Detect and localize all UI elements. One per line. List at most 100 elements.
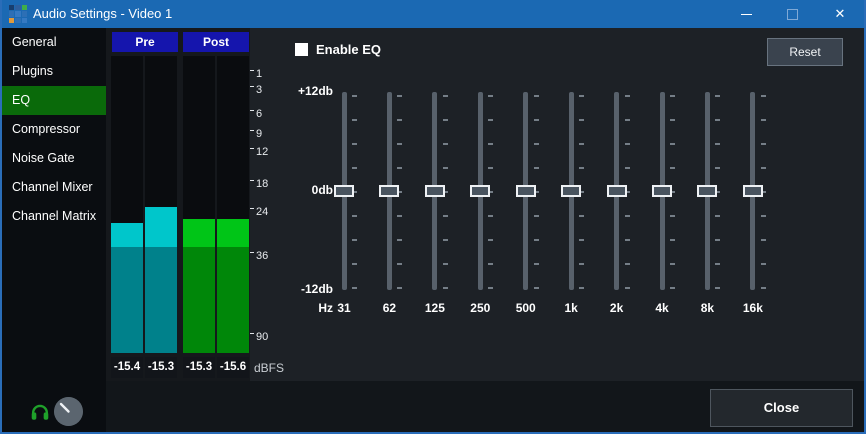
minimize-button[interactable] bbox=[724, 0, 768, 28]
scale-number: 6 bbox=[256, 109, 262, 120]
scale-number: 1 bbox=[256, 69, 262, 80]
eq-slider-handle[interactable] bbox=[743, 185, 763, 197]
eq-tick bbox=[761, 95, 766, 97]
enable-eq-checkbox[interactable] bbox=[295, 43, 308, 56]
eq-tick bbox=[625, 215, 630, 217]
sidebar-item-channel-mixer[interactable]: Channel Mixer bbox=[2, 173, 106, 202]
eq-slider-handle[interactable] bbox=[470, 185, 490, 197]
scale-number: 9 bbox=[256, 129, 262, 140]
meter-reading: -15.4 bbox=[111, 357, 143, 378]
sidebar-item-channel-matrix[interactable]: Channel Matrix bbox=[2, 202, 106, 231]
eq-tick bbox=[488, 215, 493, 217]
headphone-volume-knob[interactable] bbox=[54, 397, 83, 426]
meter-bar-body bbox=[217, 247, 249, 353]
eq-tick bbox=[579, 119, 584, 121]
sidebar-item-compressor[interactable]: Compressor bbox=[2, 115, 106, 144]
eq-tick bbox=[443, 95, 448, 97]
eq-band-250: 250 bbox=[458, 85, 502, 317]
scale-tick bbox=[250, 208, 254, 209]
meter-scale: 13691218243690 bbox=[250, 56, 284, 353]
eq-tick bbox=[488, 95, 493, 97]
eq-tick bbox=[715, 287, 720, 289]
scale-number: 24 bbox=[256, 207, 268, 218]
scale-number: 18 bbox=[256, 179, 268, 190]
eq-tick bbox=[761, 119, 766, 121]
eq-slider-handle[interactable] bbox=[561, 185, 581, 197]
enable-eq-label[interactable]: Enable EQ bbox=[316, 42, 381, 57]
app-icon bbox=[9, 5, 27, 23]
meter-header-post: Post bbox=[183, 32, 249, 52]
eq-tick bbox=[488, 239, 493, 241]
eq-band-31: 31 bbox=[322, 85, 366, 317]
eq-band-freq-label: 31 bbox=[322, 301, 366, 315]
eq-tick bbox=[488, 167, 493, 169]
meter-channel-post-1 bbox=[183, 56, 215, 353]
sidebar-item-plugins[interactable]: Plugins bbox=[2, 57, 106, 86]
meter-channel-pre-1 bbox=[111, 56, 143, 353]
scale-number: 36 bbox=[256, 251, 268, 262]
eq-tick bbox=[352, 143, 357, 145]
sidebar-item-general[interactable]: General bbox=[2, 28, 106, 57]
eq-band-16k: 16k bbox=[731, 85, 775, 317]
eq-tick bbox=[352, 215, 357, 217]
eq-tick bbox=[397, 95, 402, 97]
eq-tick bbox=[715, 239, 720, 241]
meter-unit-label: dBFS bbox=[254, 361, 284, 375]
sidebar-item-noise-gate[interactable]: Noise Gate bbox=[2, 144, 106, 173]
close-button[interactable]: Close bbox=[710, 389, 853, 427]
eq-tick bbox=[534, 143, 539, 145]
meter-bar-peak bbox=[217, 219, 249, 247]
eq-slider-handle[interactable] bbox=[516, 185, 536, 197]
eq-band-4k: 4k bbox=[640, 85, 684, 317]
scale-tick bbox=[250, 252, 254, 253]
eq-slider-handle[interactable] bbox=[425, 185, 445, 197]
eq-slider-handle[interactable] bbox=[697, 185, 717, 197]
meter-bar-body bbox=[111, 247, 143, 353]
scale-tick bbox=[250, 70, 254, 71]
eq-tick bbox=[715, 263, 720, 265]
meter-reading: -15.3 bbox=[145, 357, 177, 378]
eq-tick bbox=[443, 239, 448, 241]
eq-tick bbox=[579, 95, 584, 97]
scale-tick bbox=[250, 86, 254, 87]
eq-band-2k: 2k bbox=[595, 85, 639, 317]
title-bar: Audio Settings - Video 1 ✕ bbox=[0, 0, 866, 28]
eq-tick bbox=[625, 167, 630, 169]
scale-number: 12 bbox=[256, 147, 268, 158]
eq-tick bbox=[352, 95, 357, 97]
eq-tick bbox=[534, 263, 539, 265]
eq-tick bbox=[397, 287, 402, 289]
eq-slider-handle[interactable] bbox=[652, 185, 672, 197]
eq-tick bbox=[443, 143, 448, 145]
eq-tick bbox=[443, 167, 448, 169]
sidebar-item-eq[interactable]: EQ bbox=[2, 86, 106, 115]
eq-tick bbox=[579, 143, 584, 145]
eq-tick bbox=[579, 287, 584, 289]
eq-tick bbox=[397, 119, 402, 121]
eq-slider-handle[interactable] bbox=[379, 185, 399, 197]
eq-band-500: 500 bbox=[504, 85, 548, 317]
maximize-button[interactable] bbox=[770, 0, 814, 28]
eq-tick bbox=[352, 287, 357, 289]
eq-tick bbox=[670, 95, 675, 97]
eq-tick bbox=[352, 167, 357, 169]
eq-tick bbox=[579, 167, 584, 169]
eq-tick bbox=[761, 263, 766, 265]
eq-slider-handle[interactable] bbox=[334, 185, 354, 197]
reset-button[interactable]: Reset bbox=[767, 38, 843, 66]
eq-band-freq-label: 2k bbox=[595, 301, 639, 315]
meter-bar-body bbox=[183, 247, 215, 353]
close-window-button[interactable]: ✕ bbox=[818, 0, 862, 28]
eq-tick bbox=[488, 119, 493, 121]
eq-tick bbox=[761, 215, 766, 217]
eq-tick bbox=[534, 239, 539, 241]
eq-tick bbox=[625, 287, 630, 289]
eq-slider-handle[interactable] bbox=[607, 185, 627, 197]
eq-tick bbox=[579, 263, 584, 265]
eq-band-freq-label: 4k bbox=[640, 301, 684, 315]
scale-tick bbox=[250, 180, 254, 181]
eq-band-freq-label: 125 bbox=[413, 301, 457, 315]
eq-tick bbox=[670, 143, 675, 145]
headphones-icon[interactable] bbox=[29, 400, 51, 422]
meter-columns bbox=[106, 56, 250, 353]
